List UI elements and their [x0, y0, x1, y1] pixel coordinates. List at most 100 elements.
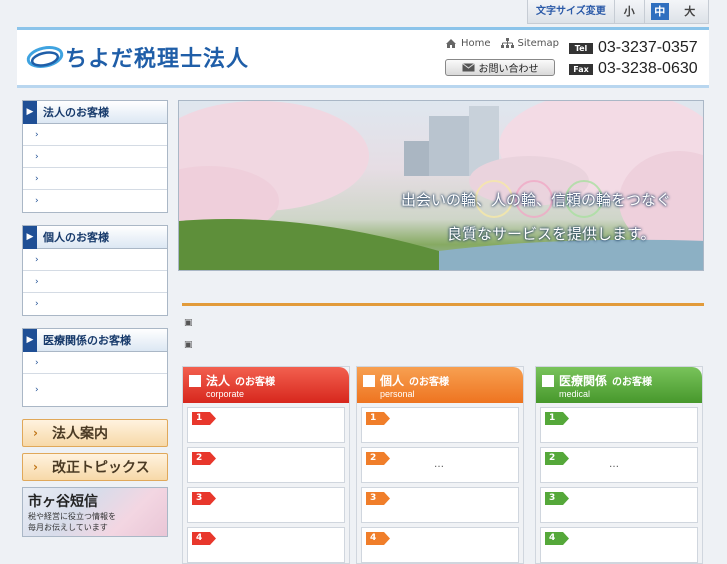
chevron-right-icon: ▶	[23, 225, 37, 249]
sitemap-icon	[500, 38, 514, 48]
number-badge: 3	[545, 492, 569, 505]
sidebar-section-title: 個人のお客様	[43, 231, 109, 244]
truncated-text: …	[434, 459, 444, 470]
number-badge: 1	[366, 412, 390, 425]
list-item[interactable]: 2…	[361, 447, 519, 483]
ichigaya-news-banner[interactable]: 市ヶ谷短信 税や経営に役立つ情報を 毎月お伝えしています	[22, 487, 168, 537]
column-subtitle: corporate	[206, 389, 245, 399]
column-title-suffix: のお客様	[409, 377, 450, 388]
column-header[interactable]: 個人 のお客様 personal	[357, 367, 523, 403]
sidebar-item[interactable]: ›	[23, 249, 167, 271]
number-badge: 2	[192, 452, 216, 465]
font-size-switcher: 文字サイズ変更 小 中 大	[527, 0, 709, 24]
list-item[interactable]: 2	[187, 447, 345, 483]
sidebar-section-header[interactable]: ▶ 医療関係のお客様	[23, 328, 167, 352]
header-links: Home Sitemap	[445, 38, 559, 49]
service-column-personal: 個人 のお客様 personal 1 2… 3 4	[356, 366, 524, 564]
chevron-right-icon: ›	[33, 426, 38, 440]
list-item[interactable]: 1	[187, 407, 345, 443]
font-size-large-button[interactable]: 大	[675, 0, 705, 23]
number-badge: 2	[545, 452, 569, 465]
column-title: 医療関係	[559, 374, 608, 388]
list-item[interactable]: 2…	[540, 447, 698, 483]
tax-topics-banner[interactable]: › 改正トピックス	[22, 453, 168, 481]
column-header[interactable]: 医療関係 のお客様 medical	[536, 367, 702, 403]
company-info-banner[interactable]: › 法人案内	[22, 419, 168, 447]
font-size-label: 文字サイズ変更	[528, 0, 615, 23]
home-link[interactable]: Home	[445, 38, 491, 49]
logo-mark-icon	[25, 40, 65, 74]
hero-banner: 出会いの輪、人の輪、信頼の輪をつなぐ 良質なサービスを提供します。	[178, 100, 704, 271]
sidebar-section-personal: ▶ 個人のお客様 › › ›	[22, 225, 168, 316]
number-badge: 4	[545, 532, 569, 545]
number-badge: 3	[366, 492, 390, 505]
hero-tagline: 出会いの輪、人の輪、信頼の輪をつなぐ	[401, 191, 672, 209]
column-title-suffix: のお客様	[235, 377, 276, 388]
sidebar-item[interactable]: ›	[23, 124, 167, 146]
hero-scenery-image	[179, 101, 703, 270]
news-bullet-icon: ▣	[184, 318, 193, 328]
banner-subtitle: 毎月お伝えしています	[28, 523, 108, 532]
sidebar-item[interactable]: ›	[23, 146, 167, 168]
tel-tag: Tel	[569, 42, 593, 54]
sidebar-item[interactable]: ›	[23, 352, 167, 374]
list-item[interactable]: 1	[361, 407, 519, 443]
list-item[interactable]: 4	[361, 527, 519, 563]
home-icon	[446, 39, 456, 48]
list-item[interactable]: 4	[540, 527, 698, 563]
column-subtitle: medical	[559, 389, 591, 399]
sidebar-section-header[interactable]: ▶ 個人のお客様	[23, 225, 167, 249]
banner-subtitle: 税や経営に役立つ情報を	[28, 512, 116, 521]
list-item[interactable]: 4	[187, 527, 345, 563]
number-badge: 3	[192, 492, 216, 505]
sidebar-section-medical: ▶ 医療関係のお客様 › ›	[22, 328, 168, 407]
fax-number: 03-3238-0630	[598, 60, 698, 77]
checkbox-icon	[363, 374, 375, 387]
sidebar-item[interactable]: ›	[23, 190, 167, 212]
site-logo-text: ちよだ税理士法人	[65, 46, 250, 72]
checkbox-icon	[189, 374, 201, 387]
number-badge: 2	[366, 452, 390, 465]
truncated-text: …	[609, 459, 619, 470]
tel-row: Tel 03-3237-0357	[569, 39, 698, 57]
list-item[interactable]: 3	[187, 487, 345, 523]
font-size-small-button[interactable]: 小	[615, 0, 645, 23]
banner-label: 法人案内	[51, 426, 108, 442]
font-size-medium-button[interactable]: 中	[650, 3, 669, 20]
sitemap-link[interactable]: Sitemap	[500, 38, 559, 49]
sidebar-item[interactable]: ›	[23, 168, 167, 190]
banner-label: 改正トピックス	[51, 460, 150, 476]
chevron-right-icon: ▶	[23, 328, 37, 352]
home-link-label: Home	[461, 38, 491, 49]
list-item[interactable]: 3	[540, 487, 698, 523]
sidebar-section-title: 医療関係のお客様	[43, 334, 131, 347]
sidebar-section-header[interactable]: ▶ 法人のお客様	[23, 100, 167, 124]
number-badge: 4	[366, 532, 390, 545]
contact-button[interactable]: お問い合わせ	[445, 59, 555, 76]
section-divider	[182, 303, 704, 306]
news-bullet-icon: ▣	[184, 340, 193, 350]
sitemap-link-label: Sitemap	[517, 38, 559, 49]
column-title-suffix: のお客様	[612, 377, 653, 388]
column-title: 個人	[380, 374, 405, 388]
fax-tag: Fax	[569, 63, 593, 75]
chevron-right-icon: ›	[33, 460, 38, 474]
chevron-right-icon: ▶	[23, 100, 37, 124]
hero-subtagline: 良質なサービスを提供します。	[447, 225, 656, 243]
column-header[interactable]: 法人 のお客様 corporate	[183, 367, 349, 403]
sidebar-item[interactable]: ›	[23, 374, 167, 406]
column-subtitle: personal	[380, 389, 415, 399]
sidebar: ▶ 法人のお客様 › › › › ▶ 個人のお客様 › › › ▶ 医療関係のお…	[22, 100, 168, 537]
column-title: 法人	[206, 374, 231, 388]
tel-number: 03-3237-0357	[598, 39, 698, 56]
list-item[interactable]: 1	[540, 407, 698, 443]
contact-button-label: お問い合わせ	[478, 64, 539, 75]
number-badge: 4	[192, 532, 216, 545]
list-item[interactable]: 3	[361, 487, 519, 523]
site-logo[interactable]: ちよだ税理士法人	[25, 40, 249, 74]
envelope-icon	[461, 63, 475, 72]
site-header: ちよだ税理士法人 Home Sitemap お問い合わせ Tel 03-3237…	[17, 30, 709, 88]
sidebar-item[interactable]: ›	[23, 293, 167, 315]
service-column-medical: 医療関係 のお客様 medical 1 2… 3 4	[535, 366, 703, 564]
sidebar-item[interactable]: ›	[23, 271, 167, 293]
